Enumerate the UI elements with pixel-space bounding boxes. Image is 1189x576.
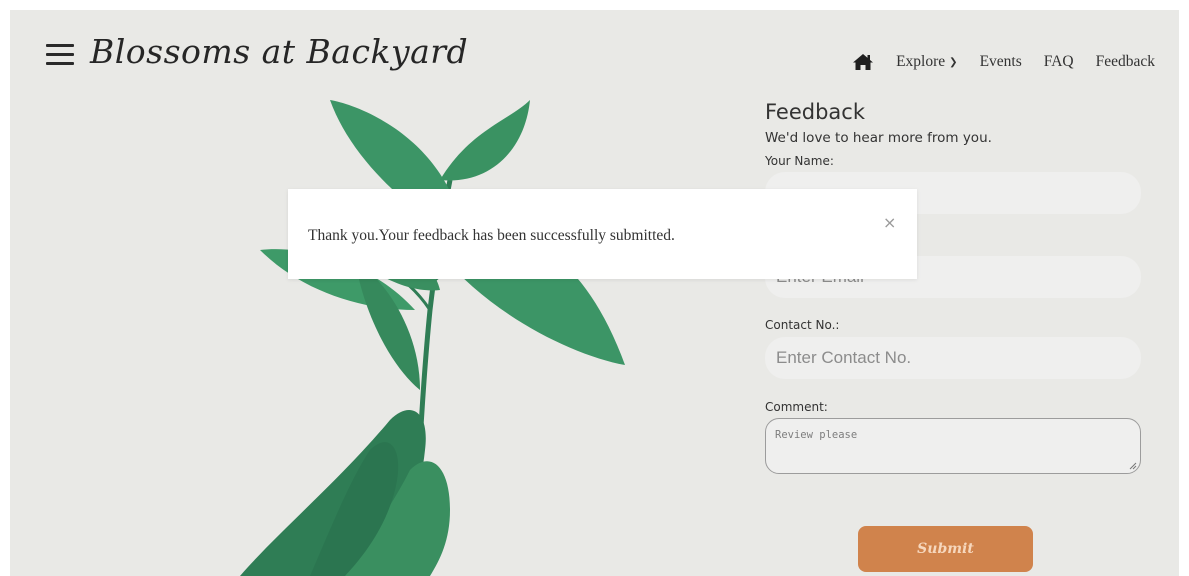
nav-faq[interactable]: FAQ <box>1044 53 1074 71</box>
name-label: Your Name: <box>765 154 834 168</box>
nav-links: Explore ❯ Events FAQ Feedback <box>852 50 1155 74</box>
nav-explore[interactable]: Explore ❯ <box>896 53 957 71</box>
site-brand[interactable]: Blossoms at Backyard <box>90 32 468 71</box>
comment-value: Review please <box>775 429 858 441</box>
success-modal: Thank you.Your feedback has been success… <box>288 189 917 279</box>
resize-handle-icon[interactable] <box>1129 462 1137 470</box>
feedback-form: Feedback We'd love to hear more from you… <box>765 100 1141 572</box>
home-icon[interactable] <box>852 53 874 71</box>
comment-label: Comment: <box>765 400 828 414</box>
page-frame: Blossoms at Backyard Explore ❯ Events FAQ… <box>10 10 1179 576</box>
contact-input[interactable]: Enter Contact No. <box>765 337 1141 379</box>
top-navbar: Blossoms at Backyard Explore ❯ Events FAQ… <box>10 10 1179 100</box>
form-subtitle: We'd love to hear more from you. <box>765 130 992 146</box>
submit-button[interactable]: Submit <box>858 526 1033 572</box>
form-title: Feedback <box>765 100 866 124</box>
hamburger-menu-icon[interactable] <box>46 44 74 66</box>
nav-feedback[interactable]: Feedback <box>1096 53 1155 71</box>
comment-textarea[interactable]: Review please <box>765 418 1141 474</box>
nav-events[interactable]: Events <box>980 53 1022 71</box>
close-icon[interactable]: × <box>883 215 896 231</box>
chevron-down-icon: ❯ <box>949 57 958 68</box>
modal-message: Thank you.Your feedback has been success… <box>308 227 675 244</box>
nav-explore-label: Explore <box>896 53 946 70</box>
contact-label: Contact No.: <box>765 318 840 332</box>
